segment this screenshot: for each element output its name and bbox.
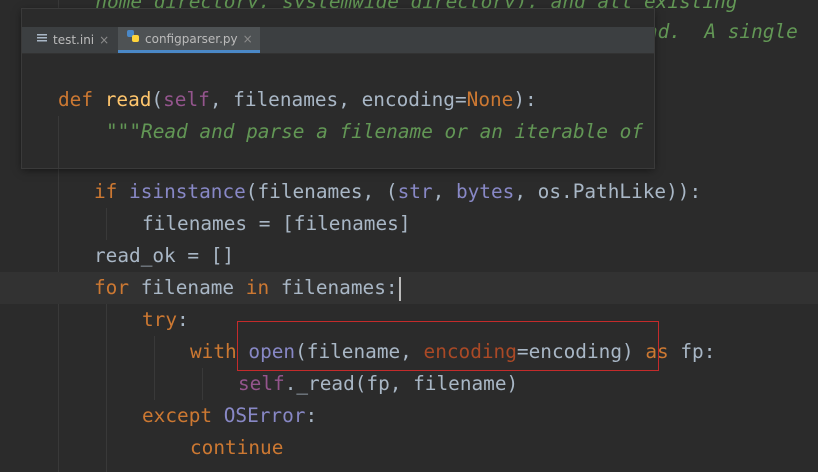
tab-test-ini[interactable]: test.ini × <box>36 27 128 53</box>
code-line[interactable]: continue <box>0 432 818 464</box>
code-line[interactable]: def read(self, filenames, encoding=None)… <box>22 84 654 116</box>
highlight-annotation-box <box>237 321 659 371</box>
tab-configparser-py[interactable]: configparser.py × <box>118 27 260 53</box>
code-line[interactable]: filenames = [filenames] <box>0 208 818 240</box>
docstring-text: nd. A single <box>646 20 798 43</box>
code-line[interactable]: if isinstance(filenames, (str, bytes, os… <box>0 176 818 208</box>
close-icon[interactable]: × <box>243 26 253 52</box>
popup-tab-bar: test.ini × configparser.py × <box>22 27 654 54</box>
close-icon[interactable]: × <box>99 27 109 53</box>
indent-guide <box>58 116 59 168</box>
code-line[interactable]: """Read and parse a filename or an itera… <box>22 116 654 148</box>
code-line[interactable]: except OSError: <box>0 400 818 432</box>
quick-definition-popup[interactable]: test.ini × configparser.py × def read(se… <box>22 9 654 168</box>
text-file-icon <box>36 27 48 53</box>
code-line[interactable]: self._read(fp, filename) <box>0 368 818 400</box>
tab-label: configparser.py <box>145 31 238 46</box>
code-line[interactable]: read_ok = [] <box>0 240 818 272</box>
text-caret <box>398 276 401 301</box>
tab-label: test.ini <box>53 33 95 47</box>
python-file-icon <box>126 26 140 52</box>
current-code-line[interactable]: for filename in filenames: <box>0 272 818 304</box>
